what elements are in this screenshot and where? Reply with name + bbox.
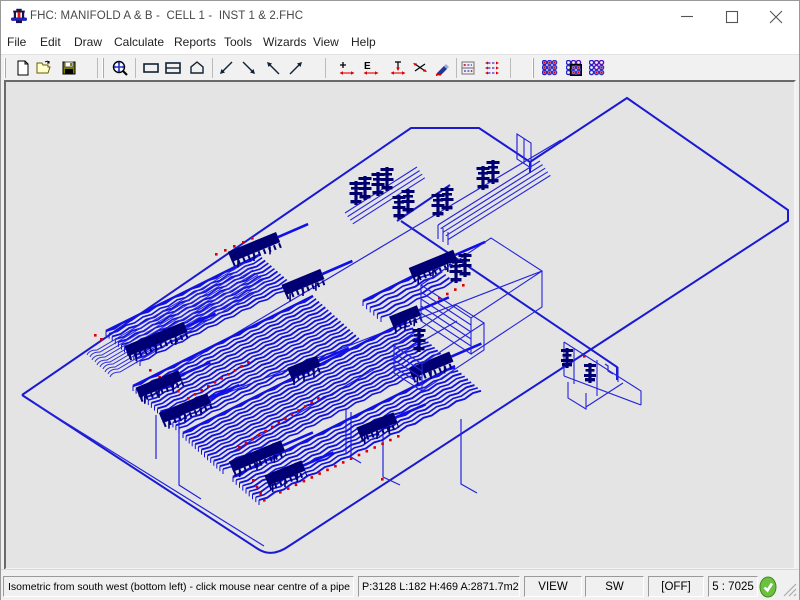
svg-text:E: E xyxy=(364,61,371,72)
